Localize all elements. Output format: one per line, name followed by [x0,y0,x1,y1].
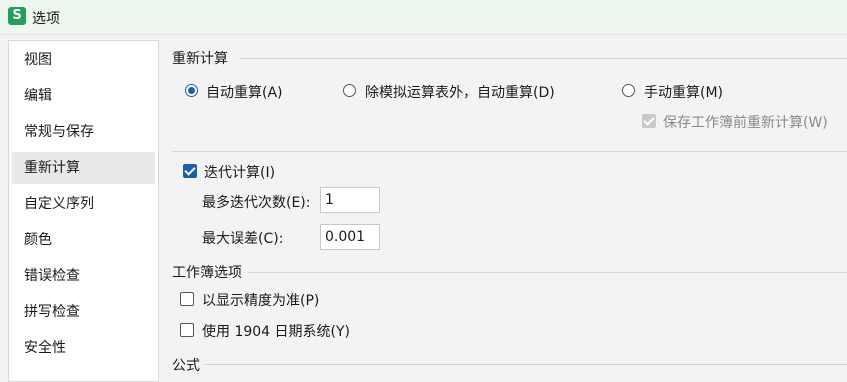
section-title-recalc: 重新计算 [172,51,228,67]
iteration-label[interactable]: 迭代计算(I) [204,162,275,182]
max-change-label: 最大误差(C): [202,231,284,247]
sidebar-item-view[interactable]: 视图 [12,44,155,76]
section-divider [204,364,847,365]
sidebar-item-custom-lists[interactable]: 自定义序列 [12,188,155,220]
iteration-checkbox[interactable] [183,164,197,178]
sidebar-item-recalculation[interactable]: 重新计算 [12,152,155,184]
max-iterations-input[interactable]: 1 [320,187,380,213]
max-iterations-label: 最多迭代次数(E): [202,195,311,211]
sidebar-item-error-checking[interactable]: 错误检查 [12,260,155,292]
section-title-formula: 公式 [172,358,200,374]
sidebar-item-security[interactable]: 安全性 [12,332,155,364]
radio-auto-except-tables-label[interactable]: 除模拟运算表外，自动重算(D) [365,82,555,102]
radio-manual-recalc-label[interactable]: 手动重算(M) [644,82,723,102]
section-title-workbook: 工作簿选项 [172,265,242,281]
radio-auto-except-tables[interactable] [343,84,356,97]
section-divider [248,272,847,273]
sidebar-item-spell-check[interactable]: 拼写检查 [12,296,155,328]
section-divider [172,151,847,152]
radio-auto-recalc[interactable] [185,84,198,97]
radio-auto-recalc-label[interactable]: 自动重算(A) [206,82,283,102]
radio-manual-recalc[interactable] [622,84,635,97]
app-logo-icon: S [8,7,26,25]
precision-as-displayed-checkbox[interactable] [180,292,194,306]
date-1904-checkbox[interactable] [180,323,194,337]
max-change-input[interactable]: 0.001 [320,224,380,250]
sidebar-item-general-save[interactable]: 常规与保存 [12,116,155,148]
date-1904-label[interactable]: 使用 1904 日期系统(Y) [202,321,350,341]
sidebar-item-edit[interactable]: 编辑 [12,80,155,112]
sidebar-item-colors[interactable]: 颜色 [12,224,155,256]
recalc-before-save-checkbox[interactable] [642,114,656,128]
options-content: 重新计算 自动重算(A) 除模拟运算表外，自动重算(D) 手动重算(M) 保存工… [160,40,847,376]
options-sidebar: 视图 编辑 常规与保存 重新计算 自定义序列 颜色 错误检查 拼写检查 安全性 [8,40,159,382]
recalc-before-save-label: 保存工作簿前重新计算(W) [663,115,828,131]
title-bar: S 选项 [0,0,847,35]
section-divider [240,58,847,59]
window-title: 选项 [32,11,60,27]
precision-as-displayed-label[interactable]: 以显示精度为准(P) [202,290,319,310]
